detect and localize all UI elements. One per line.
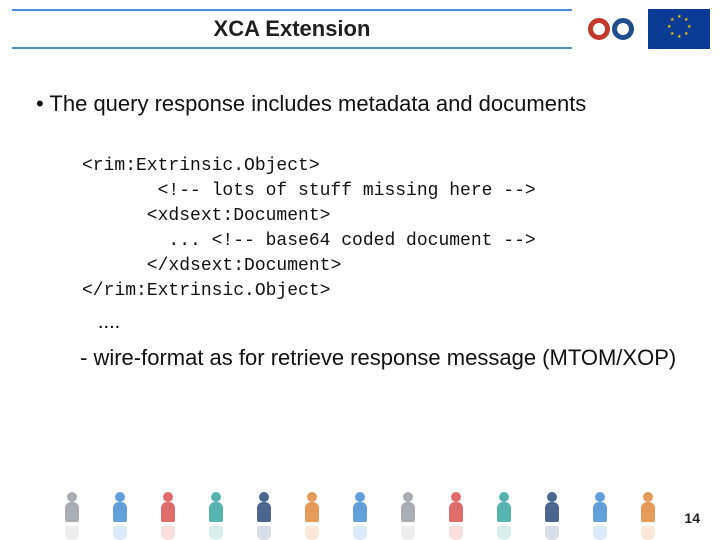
subpoint: - wire-format as for retrieve response m… xyxy=(94,344,684,372)
slide-header: XCA Extension ★ ★ ★ ★ ★ ★ ★ ★ xyxy=(0,0,720,58)
person-icon xyxy=(109,492,131,540)
eu-flag-icon: ★ ★ ★ ★ ★ ★ ★ ★ xyxy=(648,9,710,49)
footer-decoration xyxy=(0,486,720,540)
person-icon xyxy=(157,492,179,540)
person-icon xyxy=(445,492,467,540)
person-icon xyxy=(637,492,659,540)
project-logo xyxy=(580,6,642,52)
person-icon xyxy=(589,492,611,540)
person-icon xyxy=(205,492,227,540)
person-icon xyxy=(61,492,83,540)
person-icon xyxy=(493,492,515,540)
ellipsis: .... xyxy=(98,311,684,334)
person-icon xyxy=(397,492,419,540)
person-icon xyxy=(349,492,371,540)
slide-title: XCA Extension xyxy=(214,16,371,42)
title-bar: XCA Extension xyxy=(12,9,572,49)
code-sample: <rim:Extrinsic.Object> <!-- lots of stuf… xyxy=(82,154,684,305)
person-icon xyxy=(301,492,323,540)
slide-content: • The query response includes metadata a… xyxy=(0,58,720,371)
person-icon xyxy=(541,492,563,540)
infinity-icon xyxy=(588,15,634,43)
person-icon xyxy=(253,492,275,540)
bullet-main: • The query response includes metadata a… xyxy=(36,90,684,118)
